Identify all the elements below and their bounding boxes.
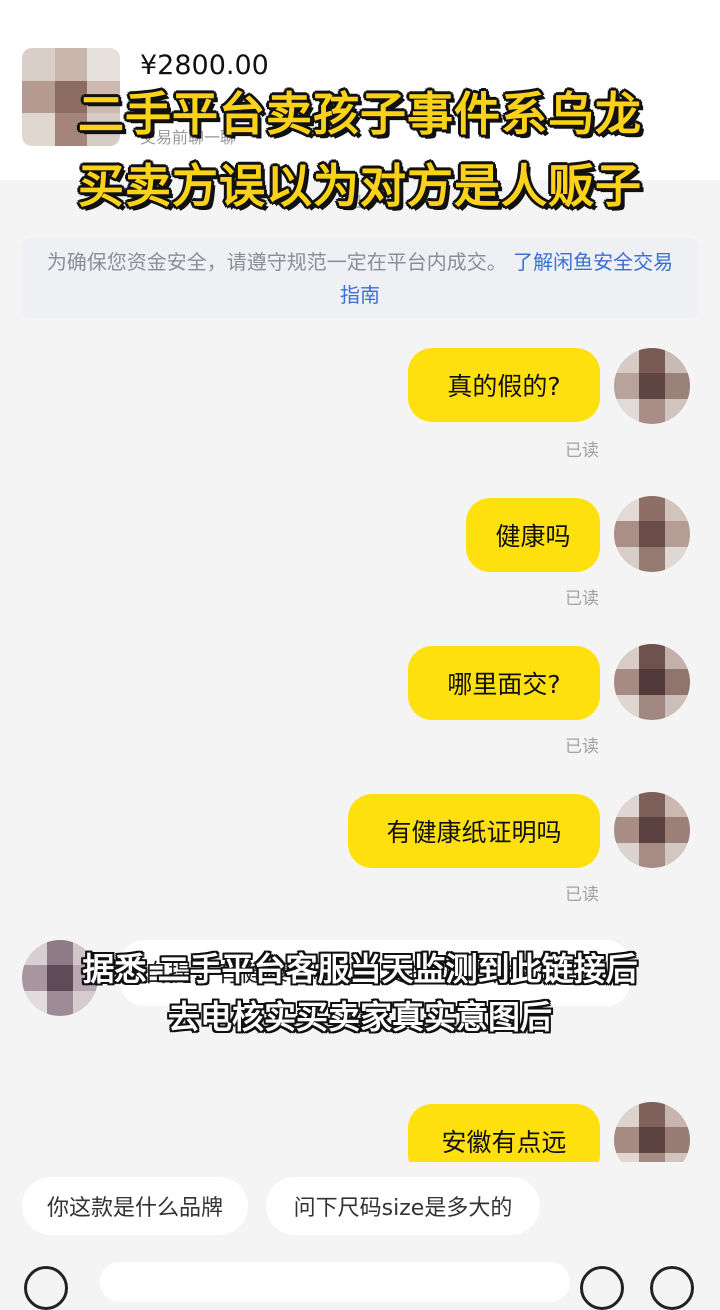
safety-notice-text: 为确保您资金安全，请遵守规范一定在平台内成交。 [46, 250, 507, 274]
message-input[interactable] [100, 1262, 570, 1302]
safety-notice: 为确保您资金安全，请遵守规范一定在平台内成交。 了解闲鱼安全交易指南 [22, 238, 698, 318]
message-bubble-sent[interactable]: 真的假的? [408, 348, 600, 422]
message-bubble-sent[interactable]: 健康吗 [466, 498, 600, 572]
avatar-self[interactable] [614, 792, 690, 868]
caption-line-1: 据悉 二手平台客服当天监测到此链接后 [82, 950, 638, 988]
message-bubble-sent[interactable]: 哪里面交? [408, 646, 600, 720]
caption-line-2: 去电核实买卖家真实意图后 [167, 998, 552, 1036]
avatar-self[interactable] [614, 496, 690, 572]
avatar-self[interactable] [614, 348, 690, 424]
read-receipt: 已读 [565, 737, 599, 757]
read-receipt: 已读 [565, 441, 599, 461]
headline-line-1: 二手平台卖孩子事件系乌龙 [78, 87, 642, 141]
message-bubble-sent[interactable]: 有健康纸证明吗 [348, 794, 600, 868]
more-options-icon[interactable] [650, 1266, 694, 1310]
emoji-icon[interactable] [580, 1266, 624, 1310]
headline-line-2: 买卖方误以为对方是人贩子 [78, 159, 642, 213]
quick-reply-chip[interactable]: 问下尺码size是多大的 [266, 1177, 540, 1235]
voice-input-icon[interactable] [24, 1266, 68, 1310]
read-receipt: 已读 [565, 885, 599, 905]
read-receipt: 已读 [565, 589, 599, 609]
avatar-self[interactable] [614, 644, 690, 720]
product-price: ¥2800.00 [140, 50, 269, 81]
quick-reply-chip[interactable]: 你这款是什么品牌 [22, 1177, 248, 1235]
